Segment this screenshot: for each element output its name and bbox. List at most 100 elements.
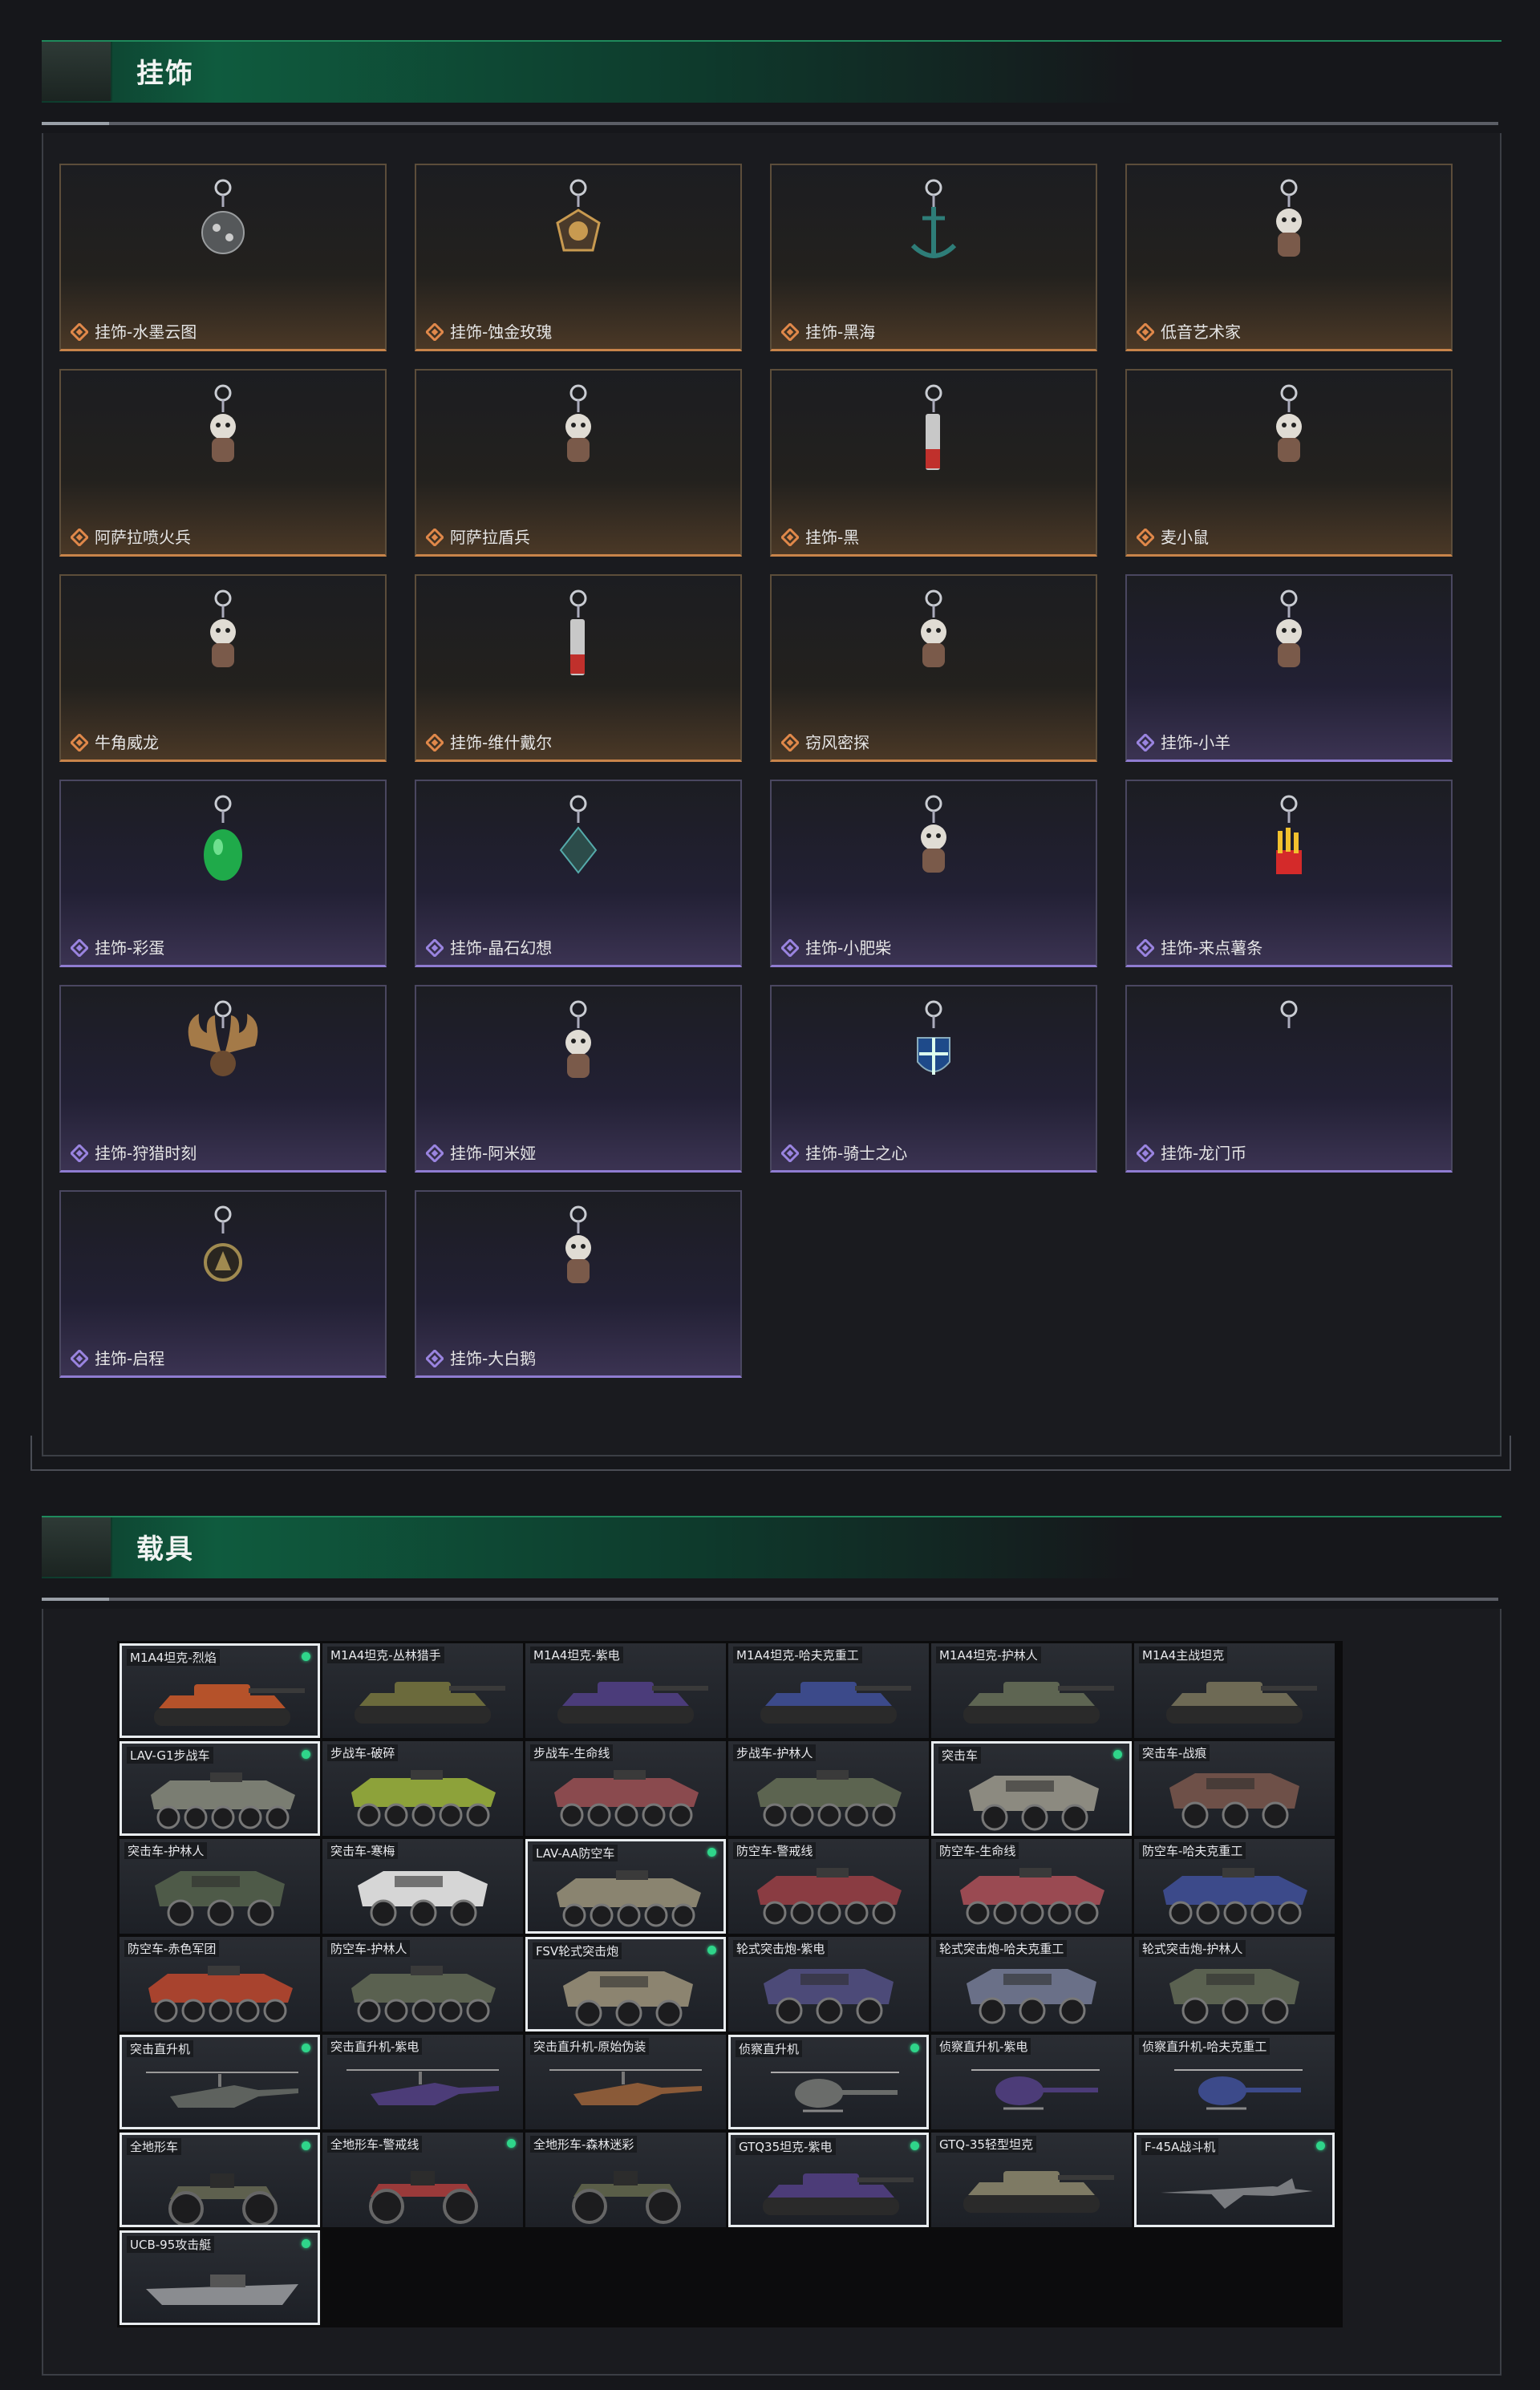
vehicle-card[interactable]: 防空车-警戒线 bbox=[728, 1839, 929, 1934]
shield-soldier-icon bbox=[530, 382, 626, 478]
pendant-card[interactable]: 挂饰-维什戴尔 bbox=[415, 574, 742, 762]
vehicle-label: 突击直升机-原始伪装 bbox=[530, 2038, 650, 2055]
vehicle-card[interactable]: FSV轮式突击炮 bbox=[525, 1937, 726, 2032]
pendant-card[interactable]: 阿萨拉喷火兵 bbox=[59, 369, 387, 557]
vehicle-card[interactable]: M1A4坦克-紫电 bbox=[525, 1643, 726, 1738]
vehicle-card[interactable]: 防空车-护林人 bbox=[322, 1937, 523, 2032]
vehicle-card[interactable]: GTQ-35轻型坦克 bbox=[931, 2133, 1132, 2227]
vehicle-card[interactable]: 侦察直升机 bbox=[728, 2035, 929, 2129]
vehicle-apc-icon bbox=[338, 1768, 507, 1836]
vehicle-jet-icon bbox=[1153, 2162, 1321, 2225]
vehicle-card[interactable]: 突击直升机-紫电 bbox=[322, 2035, 523, 2129]
pendant-card[interactable]: 挂饰-骑士之心 bbox=[770, 985, 1097, 1173]
pendant-card[interactable]: 窃风密探 bbox=[770, 574, 1097, 762]
pendant-card[interactable]: 挂饰-黑海 bbox=[770, 164, 1097, 351]
pendant-card[interactable]: 挂饰-小羊 bbox=[1125, 574, 1453, 762]
pendant-card[interactable]: 挂饰-龙门币 bbox=[1125, 985, 1453, 1173]
rarity-diamond-icon bbox=[69, 322, 90, 342]
vehicle-card[interactable]: 突击车-护林人 bbox=[120, 1839, 320, 1934]
vehicle-label: 防空车-哈夫克重工 bbox=[1139, 1842, 1246, 1859]
vehicle-card[interactable]: 防空车-哈夫克重工 bbox=[1134, 1839, 1335, 1934]
vehicle-card[interactable]: 突击车-寒梅 bbox=[322, 1839, 523, 1934]
owned-status-dot bbox=[302, 2239, 310, 2248]
vehicle-smallheli-icon bbox=[1150, 2062, 1319, 2129]
pendant-card[interactable]: 挂饰-阿米娅 bbox=[415, 985, 742, 1173]
panel-bracket bbox=[30, 1436, 1511, 1471]
pendant-card[interactable]: 麦小鼠 bbox=[1125, 369, 1453, 557]
pendants-section-title: 挂饰 bbox=[136, 58, 194, 90]
vehicle-card[interactable]: M1A4主战坦克 bbox=[1134, 1643, 1335, 1738]
vehicle-card[interactable]: 步战车-护林人 bbox=[728, 1741, 929, 1836]
vehicle-assault-icon bbox=[947, 1964, 1116, 2032]
pendant-card[interactable]: 挂饰-来点薯条 bbox=[1125, 780, 1453, 967]
vehicle-label: LAV-AA防空车 bbox=[533, 1845, 618, 1861]
egg-icon bbox=[175, 792, 271, 889]
medal-icon bbox=[175, 1203, 271, 1299]
vehicle-apc-icon bbox=[136, 1964, 304, 2032]
pendant-card[interactable]: 挂饰-水墨云图 bbox=[59, 164, 387, 351]
vehicle-card[interactable]: 侦察直升机-紫电 bbox=[931, 2035, 1132, 2129]
owned-status-dot bbox=[302, 1652, 310, 1661]
vehicle-apc-icon bbox=[744, 1768, 913, 1836]
pendant-card[interactable]: 低音艺术家 bbox=[1125, 164, 1453, 351]
vehicle-card[interactable]: 突击直升机-原始伪装 bbox=[525, 2035, 726, 2129]
flamethrower-soldier-icon bbox=[175, 382, 271, 478]
vehicle-card[interactable]: 全地形车 bbox=[120, 2133, 320, 2227]
pendant-card[interactable]: 牛角威龙 bbox=[59, 574, 387, 762]
pendant-card[interactable]: 挂饰-启程 bbox=[59, 1190, 387, 1378]
pendant-card[interactable]: 阿萨拉盾兵 bbox=[415, 369, 742, 557]
vehicle-label: 防空车-警戒线 bbox=[733, 1842, 817, 1859]
pendant-card[interactable]: 挂饰-黑 bbox=[770, 369, 1097, 557]
vehicle-assault-icon bbox=[1150, 1964, 1319, 2032]
vehicle-card[interactable]: 防空车-生命线 bbox=[931, 1839, 1132, 1934]
pendant-label: 挂饰-骑士之心 bbox=[805, 1144, 908, 1163]
vehicle-card[interactable]: 突击车-战痕 bbox=[1134, 1741, 1335, 1836]
cross-shield-icon bbox=[886, 998, 982, 1094]
vehicle-label: M1A4坦克-哈夫克重工 bbox=[733, 1647, 862, 1663]
pendant-card[interactable]: 挂饰-大白鹅 bbox=[415, 1190, 742, 1378]
vehicle-card[interactable]: 全地形车-森林迷彩 bbox=[525, 2133, 726, 2227]
vehicle-card[interactable]: 步战车-破碎 bbox=[322, 1741, 523, 1836]
vehicle-card[interactable]: 轮式突击炮-紫电 bbox=[728, 1937, 929, 2032]
goose-figure-icon bbox=[530, 1203, 626, 1299]
vehicle-card[interactable]: LAV-G1步战车 bbox=[120, 1741, 320, 1836]
vehicle-label: GTQ35坦克-紫电 bbox=[736, 2138, 836, 2155]
vehicle-card[interactable]: M1A4坦克-烈焰 bbox=[120, 1643, 320, 1738]
vehicle-card[interactable]: 全地形车-警戒线 bbox=[322, 2133, 523, 2227]
pendant-card[interactable]: 挂饰-蚀金玫瑰 bbox=[415, 164, 742, 351]
vehicle-card[interactable]: F-45A战斗机 bbox=[1134, 2133, 1335, 2227]
vehicle-card[interactable]: 轮式突击炮-哈夫克重工 bbox=[931, 1937, 1132, 2032]
vehicle-card[interactable]: M1A4坦克-护林人 bbox=[931, 1643, 1132, 1738]
vehicle-card[interactable]: M1A4坦克-丛林猎手 bbox=[322, 1643, 523, 1738]
rarity-diamond-icon bbox=[424, 1143, 445, 1164]
pendant-card[interactable]: 挂饰-狩猎时刻 bbox=[59, 985, 387, 1173]
vehicle-label: 侦察直升机 bbox=[736, 2040, 803, 2057]
pendant-label: 挂饰-彩蛋 bbox=[95, 938, 165, 958]
pendant-card[interactable]: 挂饰-彩蛋 bbox=[59, 780, 387, 967]
pendant-label: 低音艺术家 bbox=[1161, 322, 1241, 342]
vehicle-card[interactable]: 突击车 bbox=[931, 1741, 1132, 1836]
pendant-label: 挂饰-狩猎时刻 bbox=[95, 1144, 197, 1163]
rarity-diamond-icon bbox=[69, 1143, 90, 1164]
vehicle-card[interactable]: M1A4坦克-哈夫克重工 bbox=[728, 1643, 929, 1738]
rarity-diamond-icon bbox=[780, 732, 800, 753]
vehicle-label: 全地形车-警戒线 bbox=[327, 2136, 423, 2153]
pendant-label: 阿萨拉盾兵 bbox=[450, 528, 530, 547]
pendant-label: 挂饰-启程 bbox=[95, 1349, 165, 1368]
vehicle-card[interactable]: UCB-95攻击艇 bbox=[120, 2230, 320, 2325]
owned-status-dot bbox=[507, 2139, 516, 2148]
vehicle-card[interactable]: 侦察直升机-哈夫克重工 bbox=[1134, 2035, 1335, 2129]
vehicle-card[interactable]: 轮式突击炮-护林人 bbox=[1134, 1937, 1335, 2032]
pendant-label: 挂饰-黑海 bbox=[805, 322, 876, 342]
vehicle-smallheli-icon bbox=[747, 2064, 915, 2127]
rarity-diamond-icon bbox=[1135, 1143, 1156, 1164]
vehicle-card[interactable]: 步战车-生命线 bbox=[525, 1741, 726, 1836]
pendant-card[interactable]: 挂饰-晶石幻想 bbox=[415, 780, 742, 967]
vehicle-card[interactable]: LAV-AA防空车 bbox=[525, 1839, 726, 1934]
rarity-diamond-icon bbox=[780, 322, 800, 342]
vehicle-card[interactable]: 防空车-赤色军团 bbox=[120, 1937, 320, 2032]
vehicle-card[interactable]: GTQ35坦克-紫电 bbox=[728, 2133, 929, 2227]
pendant-card[interactable]: 挂饰-小肥柴 bbox=[770, 780, 1097, 967]
vehicle-card[interactable]: 突击直升机 bbox=[120, 2035, 320, 2129]
sheep-figure-icon bbox=[1241, 587, 1337, 683]
